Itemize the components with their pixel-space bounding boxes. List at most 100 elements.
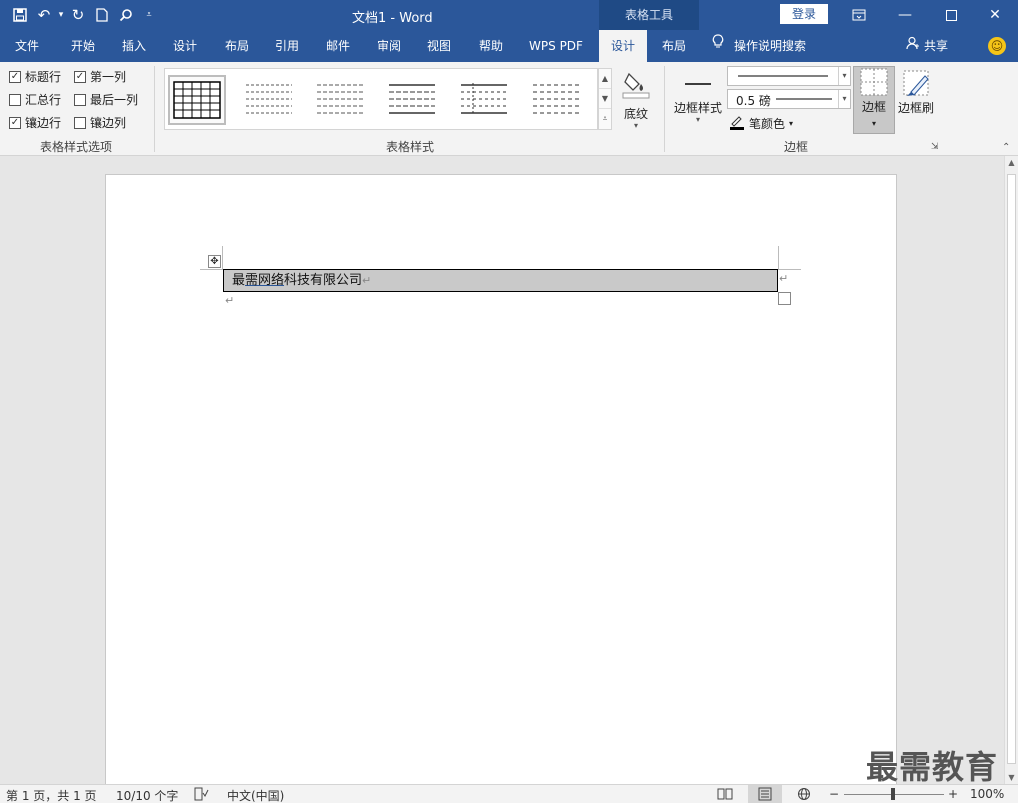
table-style-lines-3[interactable]: [385, 75, 443, 125]
lightbulb-icon: [712, 30, 724, 62]
borders-button[interactable]: 边框 ▾: [853, 66, 895, 134]
chevron-down-icon: ▾: [789, 119, 794, 128]
word-count[interactable]: 10/10 个字: [116, 787, 178, 803]
checkbox-banded-rows[interactable]: ✓ 镶边行: [9, 114, 61, 131]
chevron-down-icon[interactable]: ▾: [838, 90, 850, 108]
tab-references[interactable]: 引用: [262, 30, 312, 62]
redo-icon[interactable]: ↻: [66, 4, 90, 26]
tab-wps-pdf[interactable]: WPS PDF: [518, 30, 594, 62]
checkbox-header-row[interactable]: ✓ 标题行: [9, 68, 61, 85]
ribbon-display-options-icon[interactable]: [836, 0, 882, 30]
checkbox-first-column[interactable]: ✓ 第一列: [74, 68, 126, 85]
checkbox-checked-icon: ✓: [9, 116, 21, 129]
zoom-out-icon[interactable]: −: [829, 787, 839, 801]
document-title: 文档1 - Word: [352, 11, 433, 26]
web-layout-icon[interactable]: [796, 787, 812, 803]
minimize-icon[interactable]: —: [882, 0, 928, 30]
smiley-feedback-icon[interactable]: ☺: [988, 37, 1006, 55]
tab-layout[interactable]: 布局: [212, 30, 262, 62]
scroll-up-icon[interactable]: ▲: [1005, 158, 1018, 167]
checkbox-label: 第一列: [90, 70, 127, 84]
corner-guide: [778, 269, 801, 270]
undo-icon[interactable]: ↶: [32, 4, 56, 26]
borders-dialog-launcher-icon[interactable]: ⇲: [931, 142, 939, 152]
corner-guide: [200, 269, 223, 270]
scroll-down-icon[interactable]: ▼: [1005, 773, 1018, 782]
table-tools-context-label: 表格工具: [599, 0, 699, 30]
table-style-grid-selected[interactable]: [168, 75, 226, 125]
group-separator: [154, 66, 155, 152]
tab-table-layout[interactable]: 布局: [650, 30, 698, 62]
undo-dropdown-icon[interactable]: ▾: [56, 4, 66, 26]
tab-help[interactable]: 帮助: [466, 30, 516, 62]
border-painter-button[interactable]: 边框刷: [896, 68, 936, 116]
gallery-more-icon[interactable]: ⩡: [599, 109, 611, 129]
tab-review[interactable]: 审阅: [364, 30, 414, 62]
close-icon[interactable]: ✕: [972, 0, 1018, 30]
status-bar: 第 1 页，共 1 页 10/10 个字 中文(中国) − + 100%: [0, 784, 1018, 803]
pen-color-icon: [729, 114, 745, 133]
tab-insert[interactable]: 插入: [108, 30, 160, 62]
page-count[interactable]: 第 1 页，共 1 页: [6, 787, 97, 803]
checkbox-total-row[interactable]: 汇总行: [9, 91, 61, 108]
customize-qat-icon[interactable]: ⩡: [138, 4, 160, 26]
checkbox-label: 镶边列: [90, 116, 127, 130]
tab-mailings[interactable]: 邮件: [312, 30, 364, 62]
table-style-lines-4[interactable]: [457, 75, 515, 125]
border-styles-button[interactable]: 边框样式 ▾: [672, 68, 724, 124]
tab-home[interactable]: 开始: [56, 30, 110, 62]
zoom-level[interactable]: 100%: [970, 787, 1004, 801]
checkbox-last-column[interactable]: 最后一列: [74, 91, 138, 108]
gallery-scroll-controls: ▲ ▼ ⩡: [598, 68, 612, 130]
share-button[interactable]: 共享: [906, 30, 948, 62]
collapse-ribbon-icon[interactable]: ⌃: [1002, 142, 1010, 153]
quick-access-toolbar: ↶ ▾ ↻ ⩡: [8, 4, 160, 26]
pen-color-button[interactable]: 笔颜色 ▾: [729, 114, 793, 133]
proofing-icon[interactable]: [193, 787, 209, 803]
line-style-sample-icon: [738, 75, 828, 77]
vertical-scrollbar[interactable]: ▲ ▼: [1004, 156, 1018, 784]
shading-button[interactable]: 底纹 ▾: [618, 68, 654, 130]
maximize-icon[interactable]: [928, 0, 974, 30]
table-move-handle-icon[interactable]: ✥: [208, 255, 221, 268]
table-styles-gallery: [164, 68, 598, 130]
checkbox-label: 镶边行: [25, 116, 62, 130]
end-of-cell-mark-icon: ↵: [362, 274, 372, 287]
checkbox-label: 最后一列: [90, 93, 139, 107]
table-style-dashed-1[interactable]: [242, 75, 300, 125]
read-mode-icon[interactable]: [717, 787, 733, 803]
tab-file[interactable]: 文件: [0, 30, 54, 62]
table-style-lines-5[interactable]: [529, 75, 587, 125]
scrollbar-thumb[interactable]: [1007, 174, 1016, 764]
zoom-in-icon[interactable]: +: [948, 787, 958, 801]
checkbox-label: 汇总行: [25, 93, 62, 107]
title-bar: ↶ ▾ ↻ ⩡ 文档1 - Word 表格工具 登录 — ✕: [0, 0, 1018, 30]
corner-guide: [222, 246, 223, 269]
border-painter-label: 边框刷: [897, 101, 934, 115]
zoom-slider-thumb[interactable]: [891, 788, 895, 800]
table-cell-selected[interactable]: 最需网络科技有限公司↵: [223, 269, 778, 292]
group-separator: [664, 66, 665, 152]
chevron-down-icon[interactable]: ▾: [838, 67, 850, 85]
gallery-scroll-down-icon[interactable]: ▼: [599, 89, 611, 109]
tab-view[interactable]: 视图: [414, 30, 464, 62]
tell-me-search[interactable]: 操作说明搜索: [712, 30, 806, 62]
line-weight-combobox[interactable]: 0.5 磅 ▾: [727, 89, 851, 109]
tab-table-design[interactable]: 设计: [599, 30, 647, 62]
table-resize-handle[interactable]: [778, 292, 791, 305]
checkbox-label: 标题行: [25, 70, 62, 84]
table-style-dashed-2[interactable]: [313, 75, 371, 125]
search-icon[interactable]: [114, 4, 138, 26]
tab-design[interactable]: 设计: [160, 30, 210, 62]
print-layout-icon[interactable]: [748, 785, 782, 803]
group-label-table-styles: 表格样式: [385, 140, 434, 154]
checkbox-banded-columns[interactable]: 镶边列: [74, 114, 126, 131]
new-document-icon[interactable]: [90, 4, 114, 26]
language-indicator[interactable]: 中文(中国): [227, 787, 284, 803]
paint-bucket-icon: [621, 72, 651, 103]
cell-text-part: 最: [232, 273, 246, 288]
save-icon[interactable]: [8, 4, 32, 26]
login-button[interactable]: 登录: [780, 4, 828, 24]
line-style-combobox[interactable]: ▾: [727, 66, 851, 86]
gallery-scroll-up-icon[interactable]: ▲: [599, 69, 611, 89]
